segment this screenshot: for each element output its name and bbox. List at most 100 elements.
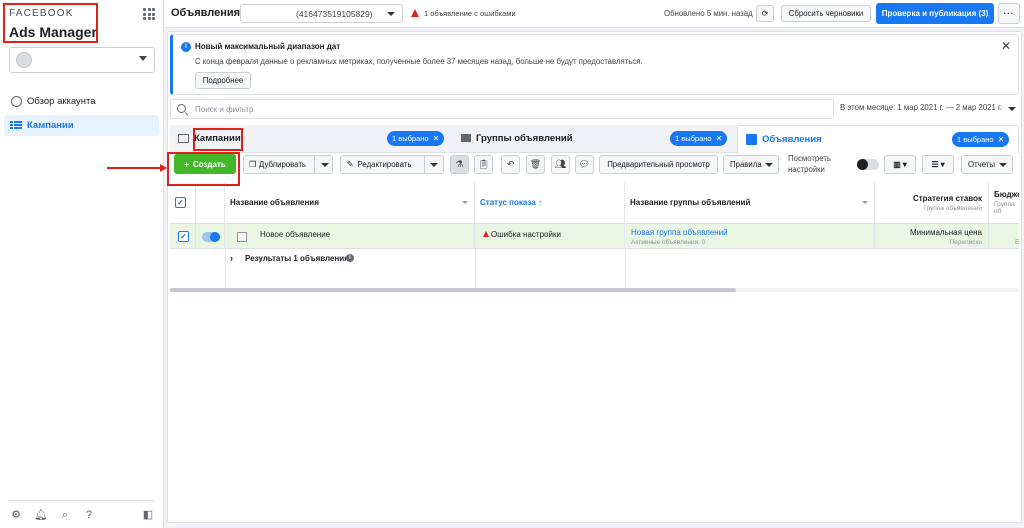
search-input[interactable]: Поиск и фильтр [195,105,253,114]
tab-label: Группы объявлений [476,133,573,144]
close-icon[interactable]: ✕ [716,134,723,143]
horizontal-scrollbar[interactable] [170,288,1019,292]
pencil-icon: ✎ [347,160,354,169]
ad-on-off-toggle[interactable] [202,232,220,242]
chevron-down-icon[interactable] [862,201,868,204]
view-settings-toggle[interactable] [857,159,879,170]
more-options-button[interactable]: ··· [998,3,1020,24]
chevron-down-icon [999,163,1007,167]
budget-cell: Е [989,224,1019,249]
banner-text: С конца февраля данные о рекламных метри… [195,57,643,66]
edit-button[interactable]: ✎ Редактировать [340,155,444,174]
tab-ad-groups[interactable]: Группы объявлений 1 выбрано ✕ [453,125,735,152]
account-selector[interactable] [9,47,155,73]
status-text: Ошибка настройки [491,230,561,239]
warning-icon [411,9,419,17]
header-select-all[interactable]: ✓ [170,182,196,224]
rules-label: Правила [730,160,762,169]
ad-name-cell[interactable]: Новое объявление [225,224,475,249]
table-row[interactable]: ✓ Новое объявление Ошибка настройки Нова… [170,224,1019,249]
reset-drafts-button[interactable]: Сбросить черновики [781,5,871,22]
ad-name[interactable]: Новое объявление [260,230,330,239]
delivery-status-cell: Ошибка настройки [475,224,625,249]
selected-chip[interactable]: 1 выбрано ✕ [387,131,445,146]
search-icon[interactable]: ⌕ [58,508,72,522]
audience-icon[interactable]: 👥︎ [551,155,570,174]
header-label: Название группы объявлений [630,198,751,207]
learn-more-button[interactable]: Подробнее [195,72,251,89]
divider [424,156,425,173]
columns-button[interactable]: ▥ ▾ [884,155,916,174]
search-filter-bar[interactable]: Поиск и фильтр [170,99,834,119]
last-updated-text: Обновлено 5 мин. назад [664,9,753,18]
column-header-bid-strategy[interactable]: Стратегия ставок Группа объявлений [875,182,989,224]
rules-button[interactable]: Правила [723,155,779,174]
divider [625,249,626,269]
account-id-select[interactable]: (416473519105829) [240,4,403,23]
divider [8,500,155,501]
view-settings-label: Посмотреть настройки [788,154,831,174]
error-count-link[interactable]: 1 объявление с ошибками [424,9,516,18]
ad-group-link[interactable]: Новая группа объявлений [631,228,728,237]
close-icon[interactable]: ✕ [433,134,440,143]
gauge-icon [10,96,22,108]
chevron-down-icon[interactable] [321,163,329,167]
ad-icon [746,134,757,145]
duplicate-button[interactable]: ❐ Дублировать [243,155,333,174]
sidebar: FACEBOOK Ads Manager Обзор аккаунта Камп… [0,0,164,528]
close-icon[interactable]: ✕ [1001,39,1011,53]
sidebar-item-account-overview[interactable]: Обзор аккаунта [4,91,159,112]
bell-icon[interactable]: 🔔︎ [34,508,48,522]
checkbox[interactable]: ✓ [178,231,189,242]
column-header-delivery-status[interactable]: Статус показа ↑ [475,182,625,224]
undo-icon[interactable]: ↶ [501,155,520,174]
breakdown-icon: ☰ ▾ [931,160,945,169]
row-select-cell[interactable]: ✓ [170,224,196,249]
column-header-ad-group-name[interactable]: Название группы объявлений [625,182,875,224]
selected-chip[interactable]: 1 выбрано ✕ [952,132,1010,147]
refresh-button[interactable]: ⟳ [756,5,774,22]
ad-group-sublabel: Активные объявления: 0 [631,239,706,246]
help-icon[interactable]: ? [82,508,96,522]
toolbar: + Создать ❐ Дублировать ✎ Редактировать … [170,153,1019,179]
chevron-down-icon[interactable] [462,201,468,204]
annotation-highlight-brand [3,3,98,43]
date-range-picker[interactable]: В этом месяце: 1 мар 2021 г. — 2 мар 202… [840,103,1002,112]
chevron-down-icon [387,12,395,16]
sidebar-collapse-icon[interactable]: ◧ [141,508,155,522]
clipboard-icon[interactable]: 📋︎ [474,155,493,174]
folder-icon [178,134,189,143]
top-bar: Объявления (416473519105829) 1 объявлени… [165,0,1024,28]
gear-icon[interactable]: ⚙ [9,508,23,522]
scrollbar-thumb[interactable] [170,288,736,292]
comment-icon[interactable]: 💬︎ [575,155,594,174]
level-tabs: Кампании 1 выбрано ✕ Группы объявлений 1 … [170,125,1019,153]
checkbox[interactable]: ✓ [175,197,186,208]
selected-chip[interactable]: 1 выбрано ✕ [670,131,728,146]
info-icon: i [181,42,191,52]
annotation-highlight-create [167,152,240,186]
row-toggle-cell[interactable] [196,224,225,249]
columns-icon: ▥ ▾ [893,160,907,169]
refresh-icon: ⟳ [761,9,769,18]
info-icon[interactable]: i [346,254,354,262]
column-header-budget[interactable]: Бюджет Группа об [989,182,1019,224]
annotation-arrow [107,167,163,169]
review-publish-button[interactable]: Проверка и публикация (3) [876,3,994,24]
reports-button[interactable]: Отчеты [961,155,1013,174]
chevron-right-icon[interactable]: › [230,253,233,263]
results-summary-row[interactable]: › Результаты 1 объявления i [170,249,1019,269]
ab-test-icon[interactable]: ⚗ [450,155,469,174]
sidebar-item-label: Обзор аккаунта [27,96,96,107]
chevron-down-icon[interactable] [430,163,438,167]
chevron-down-icon[interactable] [1008,107,1016,111]
preview-button[interactable]: Предварительный просмотр [599,155,718,174]
breakdown-button[interactable]: ☰ ▾ [922,155,954,174]
sidebar-item-campaigns[interactable]: Кампании [4,115,159,136]
column-header-ad-name[interactable]: Название объявления [225,182,475,224]
trash-icon[interactable]: 🗑︎ [526,155,545,174]
main-panel: i Новый максимальный диапазон дат С конц… [167,31,1022,523]
close-icon[interactable]: ✕ [998,135,1005,144]
apps-grid-icon[interactable] [143,8,155,20]
tab-ads[interactable]: Объявления 1 выбрано ✕ [737,125,1019,153]
